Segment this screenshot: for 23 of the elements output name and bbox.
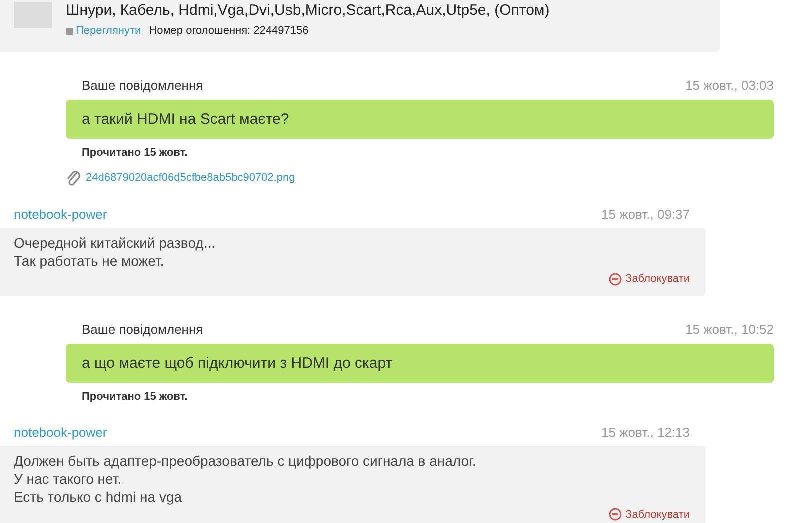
no-entry-icon [608,272,622,286]
block-button[interactable]: Заблокувати [608,271,690,288]
message-time: 15 жовт., 10:52 [686,322,774,338]
message-text: Должен быть адаптер-преобразователь с цифрового сигнала в аналог. У нас такого нет. Есть только с hdmi на vga [14,452,478,506]
paperclip-icon [66,169,82,187]
message-bubble: а що маєте щоб підключити з HDMI до скарт [66,344,774,382]
listing-title: Шнури, Кабель, Hdmi,Vga,Dvi,Usb,Micro,Scart,Rca,Aux,Utp5e, (Оптом) [66,1,550,20]
attachment-link[interactable]: 24d6879020acf06d5cfbe8ab5bc90702.png [86,170,296,186]
read-status: Прочитано 15 жовт. [81,390,189,404]
sender-label: Ваше повідомлення [82,322,204,338]
sender-link[interactable]: notebook-power [14,207,108,223]
sender-label: Ваше повідомлення [82,78,204,94]
no-entry-icon [608,508,622,522]
read-status: Прочитано 15 жовт. [81,146,189,161]
message-time: 15 жовт., 03:03 [686,78,774,94]
ad-number: Номер оголошення: 224497156 [149,24,309,39]
message-bubble: а такий HDMI на Scart маєте? [66,100,774,139]
view-link[interactable]: Переглянути [66,23,142,40]
sender-link[interactable]: notebook-power [14,424,108,440]
message-time: 15 жовт., 09:37 [602,207,690,223]
block-button[interactable]: Заблокувати [608,506,690,523]
message-text: Очередной китайский развод... Так работать не может. [14,234,217,270]
message-time: 15 жовт., 12:13 [602,424,690,440]
